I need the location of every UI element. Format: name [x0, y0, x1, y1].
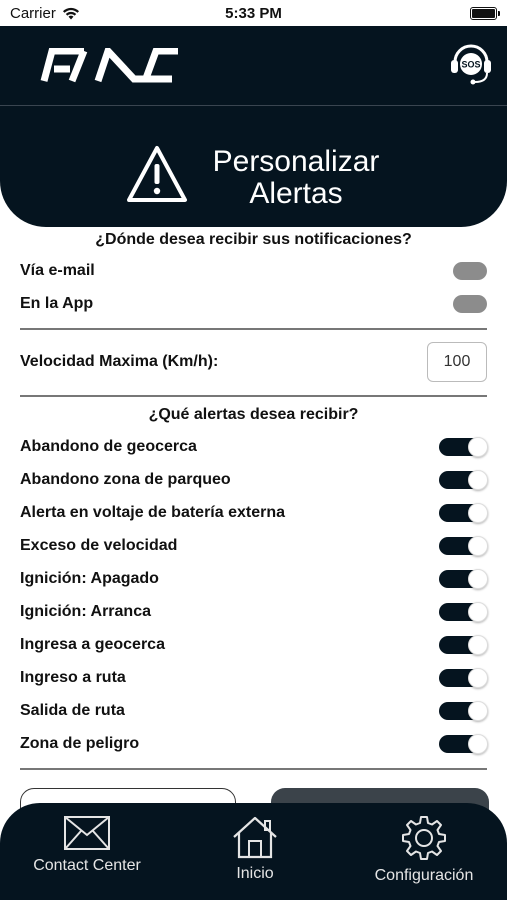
notify-app-label: En la App	[20, 295, 94, 312]
carrier-label: Carrier	[10, 4, 56, 22]
max-speed-row: Velocidad Maxima (Km/h): 100	[20, 342, 487, 382]
alerts-question: ¿Qué alertas desea recibir?	[148, 406, 359, 423]
alert-toggle[interactable]	[439, 470, 488, 490]
alert-row: Ignición: Arranca	[20, 601, 488, 623]
page-title-line1: Personalizar	[212, 145, 380, 178]
alert-toggle[interactable]	[439, 569, 488, 589]
alert-toggle[interactable]	[439, 503, 488, 523]
alert-toggle[interactable]	[439, 701, 488, 721]
tab-home[interactable]: Inicio	[205, 815, 305, 883]
alert-label: Alerta en voltaje de batería externa	[20, 504, 285, 521]
alert-row: Abandono de geocerca	[20, 436, 488, 458]
sos-label: SOS	[461, 60, 480, 70]
alert-label: Salida de ruta	[20, 702, 125, 719]
divider	[20, 768, 487, 770]
alert-label: Ignición: Arranca	[20, 603, 151, 620]
alert-toggle[interactable]	[439, 635, 488, 655]
wifi-icon	[62, 7, 79, 19]
alert-toggle[interactable]	[439, 536, 488, 556]
battery-icon	[470, 6, 500, 20]
status-bar: Carrier 5:33 PM	[0, 0, 507, 26]
divider	[20, 395, 487, 397]
notify-email-label: Vía e-mail	[20, 262, 95, 279]
warning-icon	[127, 146, 187, 202]
sos-headset-icon[interactable]: SOS	[445, 36, 497, 88]
alert-toggle[interactable]	[439, 668, 488, 688]
envelope-icon	[64, 816, 110, 850]
home-icon	[233, 816, 277, 859]
title-panel: Personalizar Alertas	[0, 105, 507, 227]
tab-home-label: Inicio	[236, 865, 274, 882]
kia-logo	[40, 48, 178, 83]
alert-label: Exceso de velocidad	[20, 537, 178, 554]
app-header: SOS	[0, 26, 507, 106]
alert-toggle[interactable]	[439, 734, 488, 754]
page-title: Personalizar Alertas	[196, 146, 396, 210]
alert-row: Alerta en voltaje de batería externa	[20, 502, 488, 524]
tab-settings[interactable]: Configuración	[366, 815, 482, 885]
notifications-question: ¿Dónde desea recibir sus notificaciones?	[95, 231, 412, 248]
alert-label: Ignición: Apagado	[20, 570, 159, 587]
notify-email-row: Vía e-mail	[20, 260, 487, 282]
alert-label: Ingreso a ruta	[20, 669, 126, 686]
notify-app-row: En la App	[20, 293, 487, 315]
alert-label: Ingresa a geocerca	[20, 636, 165, 653]
alert-toggle[interactable]	[439, 437, 488, 457]
notify-email-toggle[interactable]	[453, 262, 487, 280]
bottom-tab-bar: Contact Center Inicio Configuración	[0, 803, 507, 900]
tab-contact-center-label: Contact Center	[33, 857, 141, 874]
alert-row: Ignición: Apagado	[20, 568, 488, 590]
notify-app-toggle[interactable]	[453, 295, 487, 313]
page-title-line2: Alertas	[249, 177, 343, 210]
max-speed-label: Velocidad Maxima (Km/h):	[20, 353, 219, 370]
alert-row: Exceso de velocidad	[20, 535, 488, 557]
alert-row: Zona de peligro	[20, 733, 488, 755]
gear-icon	[402, 816, 446, 860]
alert-row: Salida de ruta	[20, 700, 488, 722]
alert-toggle[interactable]	[439, 602, 488, 622]
alert-label: Abandono zona de parqueo	[20, 471, 231, 488]
alert-row: Ingresa a geocerca	[20, 634, 488, 656]
divider	[20, 328, 487, 330]
alert-row: Ingreso a ruta	[20, 667, 488, 689]
alert-row: Abandono zona de parqueo	[20, 469, 488, 491]
alert-label: Zona de peligro	[20, 735, 140, 752]
tab-settings-label: Configuración	[374, 867, 474, 884]
max-speed-input[interactable]: 100	[427, 342, 487, 382]
alert-label: Abandono de geocerca	[20, 438, 197, 455]
tab-contact-center[interactable]: Contact Center	[28, 815, 146, 875]
